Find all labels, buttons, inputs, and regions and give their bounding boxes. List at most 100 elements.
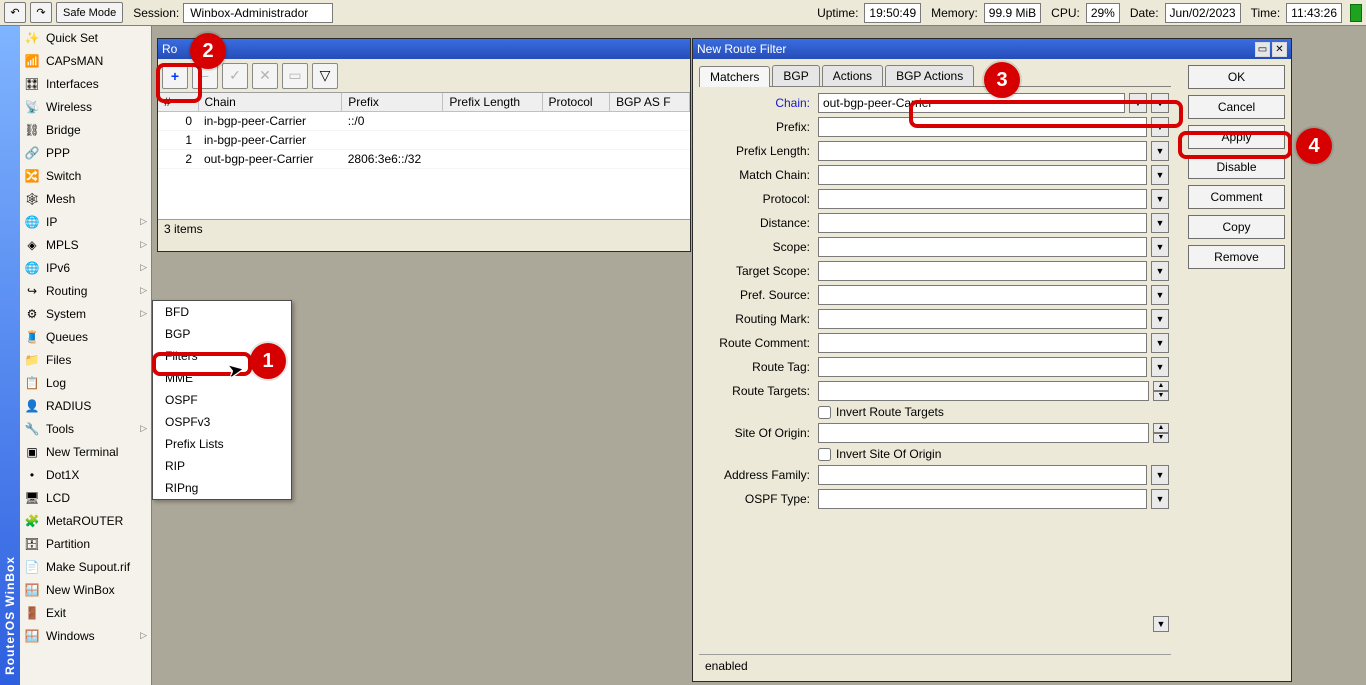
submenu-item-ripng[interactable]: RIPng: [153, 477, 291, 499]
sidebar-item-tools[interactable]: 🔧 Tools ▷: [20, 417, 151, 440]
sidebar-item-ipv6[interactable]: 🌐 IPv6 ▷: [20, 256, 151, 279]
route-comment-dropdown-icon[interactable]: ▼: [1151, 333, 1169, 353]
tab-bgp-actions[interactable]: BGP Actions: [885, 65, 974, 86]
target-scope-dropdown-icon[interactable]: ▼: [1151, 261, 1169, 281]
sidebar-item-capsman[interactable]: 📶 CAPsMAN: [20, 49, 151, 72]
distance-input[interactable]: [818, 213, 1147, 233]
sidebar-item-partition[interactable]: 🗄 Partition: [20, 532, 151, 555]
invert-route-targets-checkbox[interactable]: [818, 406, 831, 419]
sidebar-item-new-winbox[interactable]: 🪟 New WinBox: [20, 578, 151, 601]
sidebar-item-interfaces[interactable]: 🎛 Interfaces: [20, 72, 151, 95]
col-header[interactable]: Chain: [198, 93, 342, 112]
sidebar-item-make-supout-rif[interactable]: 📄 Make Supout.rif: [20, 555, 151, 578]
sidebar-item-new-terminal[interactable]: ▣ New Terminal: [20, 440, 151, 463]
enable-button[interactable]: ✓: [222, 63, 248, 89]
pref-source-input[interactable]: [818, 285, 1147, 305]
prefix-length-dropdown-icon[interactable]: ▼: [1151, 141, 1169, 161]
chain-extra-icon[interactable]: ♦: [1151, 93, 1169, 113]
remove-action-button[interactable]: Remove: [1188, 245, 1285, 269]
sidebar-item-dot1x[interactable]: • Dot1X: [20, 463, 151, 486]
sidebar-item-windows[interactable]: 🪟 Windows ▷: [20, 624, 151, 647]
sidebar-item-radius[interactable]: 👤 RADIUS: [20, 394, 151, 417]
cancel-button[interactable]: Cancel: [1188, 95, 1285, 119]
sidebar-item-bridge[interactable]: ⛓ Bridge: [20, 118, 151, 141]
new-route-filter-title[interactable]: New Route Filter ▭ ✕: [693, 39, 1291, 59]
sidebar-item-queues[interactable]: 🧵 Queues: [20, 325, 151, 348]
submenu-item-bfd[interactable]: BFD: [153, 301, 291, 323]
route-targets-input[interactable]: [818, 381, 1149, 401]
route-targets-updown[interactable]: ▲▼: [1153, 381, 1169, 401]
sidebar-item-exit[interactable]: 🚪 Exit: [20, 601, 151, 624]
routing-mark-dropdown-icon[interactable]: ▼: [1151, 309, 1169, 329]
close-icon[interactable]: ✕: [1272, 42, 1287, 57]
apply-button[interactable]: Apply: [1188, 125, 1285, 149]
ospf-type-dropdown-icon[interactable]: ▼: [1151, 489, 1169, 509]
col-header[interactable]: #: [158, 93, 198, 112]
minimize-icon[interactable]: ▭: [1255, 42, 1270, 57]
redo-button[interactable]: ↷: [30, 2, 52, 23]
address-family-input[interactable]: [818, 465, 1147, 485]
route-tag-input[interactable]: [818, 357, 1147, 377]
match-chain-input[interactable]: [818, 165, 1147, 185]
pref-source-dropdown-icon[interactable]: ▼: [1151, 285, 1169, 305]
table-row[interactable]: 2out-bgp-peer-Carrier2806:3e6::/32: [158, 150, 690, 169]
col-header[interactable]: Prefix: [342, 93, 443, 112]
protocol-input[interactable]: [818, 189, 1147, 209]
sidebar-item-metarouter[interactable]: 🧩 MetaROUTER: [20, 509, 151, 532]
col-header[interactable]: BGP AS F: [610, 93, 690, 112]
tab-matchers[interactable]: Matchers: [699, 66, 770, 87]
sidebar-item-files[interactable]: 📁 Files: [20, 348, 151, 371]
route-filters-title[interactable]: Ro: [158, 39, 690, 59]
prefix-input[interactable]: [818, 117, 1147, 137]
submenu-item-bgp[interactable]: BGP: [153, 323, 291, 345]
protocol-dropdown-icon[interactable]: ▼: [1151, 189, 1169, 209]
sidebar-item-mpls[interactable]: ◈ MPLS ▷: [20, 233, 151, 256]
sidebar-item-routing[interactable]: ↪ Routing ▷: [20, 279, 151, 302]
comment-action-button[interactable]: Comment: [1188, 185, 1285, 209]
site-of-origin-updown[interactable]: ▲▼: [1153, 423, 1169, 443]
chain-input[interactable]: [818, 93, 1125, 113]
disable-action-button[interactable]: Disable: [1188, 155, 1285, 179]
route-comment-input[interactable]: [818, 333, 1147, 353]
safe-mode-button[interactable]: Safe Mode: [56, 2, 123, 23]
add-button[interactable]: +: [162, 63, 188, 89]
route-tag-dropdown-icon[interactable]: ▼: [1151, 357, 1169, 377]
form-scroll-down-icon[interactable]: ▼: [1153, 616, 1169, 632]
sidebar-item-lcd[interactable]: 🖥 LCD: [20, 486, 151, 509]
copy-button[interactable]: Copy: [1188, 215, 1285, 239]
scope-input[interactable]: [818, 237, 1147, 257]
disable-button[interactable]: ✕: [252, 63, 278, 89]
ospf-type-input[interactable]: [818, 489, 1147, 509]
scope-dropdown-icon[interactable]: ▼: [1151, 237, 1169, 257]
target-scope-input[interactable]: [818, 261, 1147, 281]
ok-button[interactable]: OK: [1188, 65, 1285, 89]
sidebar-item-ppp[interactable]: 🔗 PPP: [20, 141, 151, 164]
sidebar-item-switch[interactable]: 🔀 Switch: [20, 164, 151, 187]
sidebar-item-quick-set[interactable]: ✨ Quick Set: [20, 26, 151, 49]
sidebar-item-system[interactable]: ⚙ System ▷: [20, 302, 151, 325]
tab-bgp[interactable]: BGP: [772, 65, 819, 86]
table-row[interactable]: 1in-bgp-peer-Carrier: [158, 131, 690, 150]
sidebar-item-wireless[interactable]: 📡 Wireless: [20, 95, 151, 118]
sidebar-item-log[interactable]: 📋 Log: [20, 371, 151, 394]
prefix-dropdown-icon[interactable]: ▼: [1151, 117, 1169, 137]
submenu-item-ospfv3[interactable]: OSPFv3: [153, 411, 291, 433]
sidebar-item-mesh[interactable]: 🕸 Mesh: [20, 187, 151, 210]
col-header[interactable]: Protocol: [542, 93, 610, 112]
submenu-item-ospf[interactable]: OSPF: [153, 389, 291, 411]
chain-dropdown-icon[interactable]: ▼: [1129, 93, 1147, 113]
sidebar-item-ip[interactable]: 🌐 IP ▷: [20, 210, 151, 233]
route-filters-table[interactable]: #ChainPrefixPrefix LengthProtocolBGP AS …: [158, 93, 690, 219]
routing-mark-input[interactable]: [818, 309, 1147, 329]
undo-button[interactable]: ↶: [4, 2, 26, 23]
prefix-length-input[interactable]: [818, 141, 1147, 161]
site-of-origin-input[interactable]: [818, 423, 1149, 443]
filter-button[interactable]: ▽: [312, 63, 338, 89]
match-chain-dropdown-icon[interactable]: ▼: [1151, 165, 1169, 185]
table-row[interactable]: 0in-bgp-peer-Carrier::/0: [158, 112, 690, 131]
comment-button[interactable]: ▭: [282, 63, 308, 89]
address-family-dropdown-icon[interactable]: ▼: [1151, 465, 1169, 485]
invert-site-of-origin-checkbox[interactable]: [818, 448, 831, 461]
tab-actions[interactable]: Actions: [822, 65, 883, 86]
distance-dropdown-icon[interactable]: ▼: [1151, 213, 1169, 233]
